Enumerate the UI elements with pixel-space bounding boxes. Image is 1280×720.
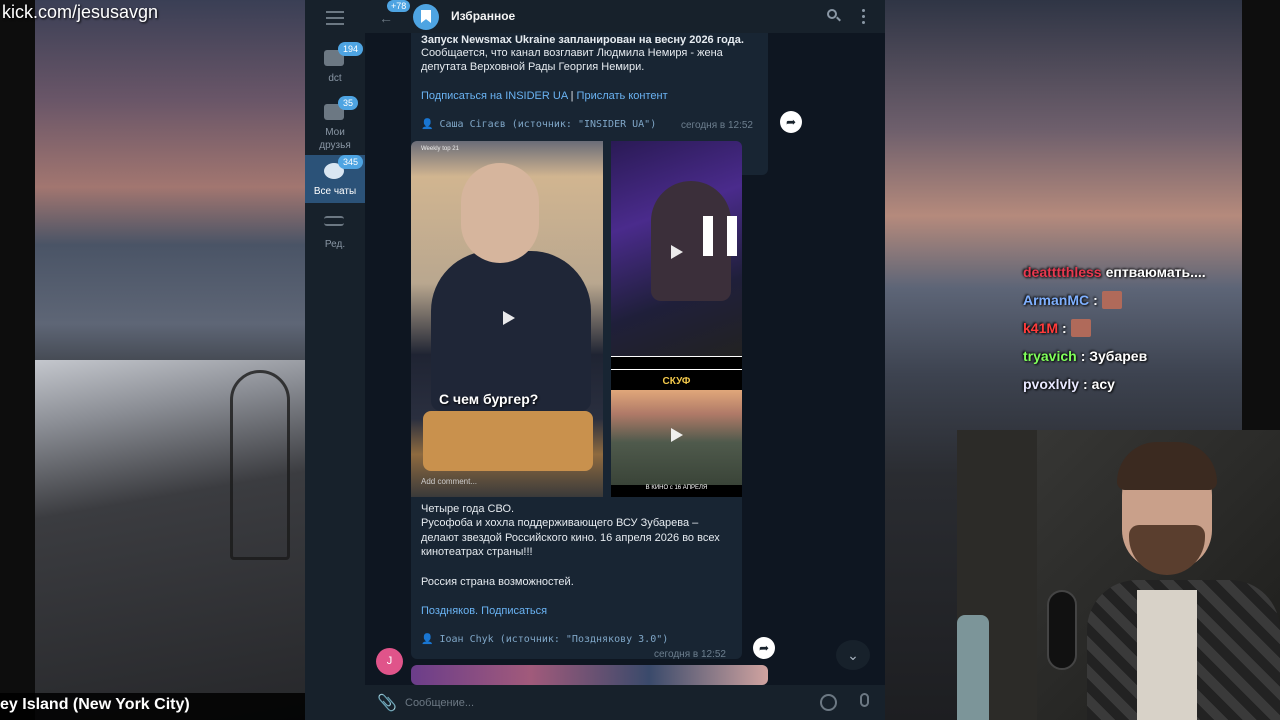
chat-text: :	[1093, 292, 1098, 308]
location-caption: ey Island (New York City)	[0, 693, 305, 720]
forwarded-from[interactable]: 👤 Саша Сігаєв (источник: "INSIDER UA")	[421, 119, 656, 130]
chat-message: k41M :	[1023, 314, 1238, 342]
chat-username: ArmanMC	[1023, 292, 1090, 308]
chat-title[interactable]: Избранное	[451, 9, 515, 23]
forward-source: Саша Сігаєв (источник: "INSIDER UA")	[439, 119, 657, 130]
saved-messages-avatar	[413, 4, 439, 30]
play-icon	[503, 311, 515, 325]
chevron-down-icon[interactable]: ⌄	[836, 640, 870, 670]
stream-background-left	[0, 0, 305, 720]
emoji-icon[interactable]	[820, 694, 837, 711]
chat-message: tryavich : Зубарев	[1023, 342, 1238, 370]
video-caption: В КИНО с 16 АПРЕЛЯ	[645, 485, 708, 491]
chat-text: : Зубарев	[1080, 348, 1148, 364]
play-icon	[671, 428, 683, 442]
separator: |	[570, 90, 574, 102]
message-text: Россия страна возможностей.	[421, 576, 574, 588]
emote-icon	[1101, 291, 1122, 309]
chat-header: ← +78 Избранное	[365, 0, 885, 33]
microphone-icon[interactable]	[860, 693, 869, 707]
video-thumbnail[interactable]: Weekly top 21 С чем бургер? Add comment.…	[411, 141, 603, 497]
chat-username: deatttthless	[1023, 264, 1102, 280]
share-arrow-icon[interactable]: ➦	[780, 111, 802, 133]
stream-chat: deatttthless ептваюмать.... ArmanMC : k4…	[1023, 258, 1238, 398]
paperclip-icon[interactable]: 📎	[377, 693, 397, 713]
video-caption: С чем бургер?	[439, 391, 539, 407]
folder-label: Все чаты	[313, 186, 357, 197]
video-thumbnail[interactable]	[611, 141, 742, 356]
roller-coaster	[230, 370, 290, 560]
folder-sidebar: 194 dct 35 Мои друзья 345 Все чаты Ред.	[305, 0, 365, 720]
message-text: Сообщается, что канал возглавит Людмила …	[421, 47, 723, 59]
message-time: сегодня в 12:52	[654, 649, 726, 660]
video-title: СКУФ	[662, 376, 691, 387]
share-arrow-icon[interactable]: ➦	[753, 637, 775, 659]
folder-label: Ред.	[324, 239, 346, 250]
sliders-icon	[324, 216, 344, 226]
chat-message: pvoxlvly : асу	[1023, 370, 1238, 398]
avatar[interactable]: J	[376, 648, 403, 675]
message-list[interactable]: Запуск Newsmax Ukraine запланирован на в…	[365, 33, 885, 685]
folder-label: Мои друзья	[319, 127, 351, 151]
microphone	[1047, 590, 1077, 670]
chat-message: deatttthless ептваюмать....	[1023, 258, 1238, 286]
message-bubble: Weekly top 21 С чем бургер? Add comment.…	[411, 141, 742, 660]
streamer-webcam	[957, 430, 1280, 720]
unread-count: 78	[396, 1, 407, 11]
forwarded-from[interactable]: 👤 Іоан Chyk (источник: "Позднякову 3.0")	[421, 634, 668, 645]
message-text: Четыре года СВО.	[421, 503, 515, 515]
unread-badge: +78	[387, 0, 411, 12]
video-comment-hint: Add comment...	[421, 477, 478, 486]
water-bottle	[957, 615, 989, 720]
subscribe-link[interactable]: Подписаться на INSIDER UA	[421, 90, 568, 102]
more-vertical-icon[interactable]	[862, 9, 866, 25]
message-text: депутата Верховной Рады Георгия Немири.	[421, 61, 645, 73]
chat-text: ептваюмать....	[1105, 264, 1206, 280]
folder-my-friends[interactable]: 35 Мои друзья	[305, 96, 365, 152]
unread-badge: 345	[338, 155, 364, 169]
bookmark-icon	[421, 10, 431, 23]
chat-username: k41M	[1023, 320, 1059, 336]
folder-label: dct	[328, 73, 342, 84]
video-tag: Weekly top 21	[421, 146, 459, 152]
play-icon	[671, 245, 683, 259]
message-text: кинотеатрах страны!!!	[421, 546, 533, 558]
search-icon[interactable]	[827, 9, 841, 23]
folder-edit[interactable]: Ред.	[305, 208, 365, 254]
media-preview[interactable]	[411, 665, 768, 685]
message-text: делают звездой Российского кино. 16 апре…	[421, 532, 720, 544]
unread-badge: 35	[338, 96, 359, 110]
folder-dct[interactable]: 194 dct	[305, 42, 365, 88]
chat-username: pvoxlvly	[1023, 376, 1080, 392]
unread-badge: 194	[338, 42, 364, 56]
subscribe-link[interactable]: Поздняков. Подписаться	[421, 605, 547, 617]
message-time: сегодня в 12:52	[681, 120, 753, 131]
chat-text: : асу	[1083, 376, 1115, 392]
back-arrow-icon[interactable]: ←	[379, 10, 393, 26]
hamburger-icon[interactable]	[326, 11, 344, 25]
chat-message: ArmanMC :	[1023, 286, 1238, 314]
chat-text: :	[1062, 320, 1067, 336]
emote-icon	[1070, 319, 1091, 337]
message-text: Русофоба и хохла поддерживающего ВСУ Зуб…	[421, 517, 699, 529]
stream-url: kick.com/jesusavgn	[2, 2, 159, 22]
telegram-window: 194 dct 35 Мои друзья 345 Все чаты Ред. …	[305, 0, 885, 720]
folder-all-chats[interactable]: 345 Все чаты	[305, 155, 365, 203]
send-content-link[interactable]: Прислать контент	[577, 90, 668, 102]
forward-source: Іоан Chyk (источник: "Позднякову 3.0")	[439, 634, 669, 645]
video-thumbnail[interactable]: СКУФ В КИНО с 16 АПРЕЛЯ	[611, 356, 742, 497]
message-composer: 📎	[365, 685, 885, 720]
message-input[interactable]	[405, 693, 805, 713]
pause-icon	[703, 216, 737, 256]
chat-username: tryavich	[1023, 348, 1077, 364]
